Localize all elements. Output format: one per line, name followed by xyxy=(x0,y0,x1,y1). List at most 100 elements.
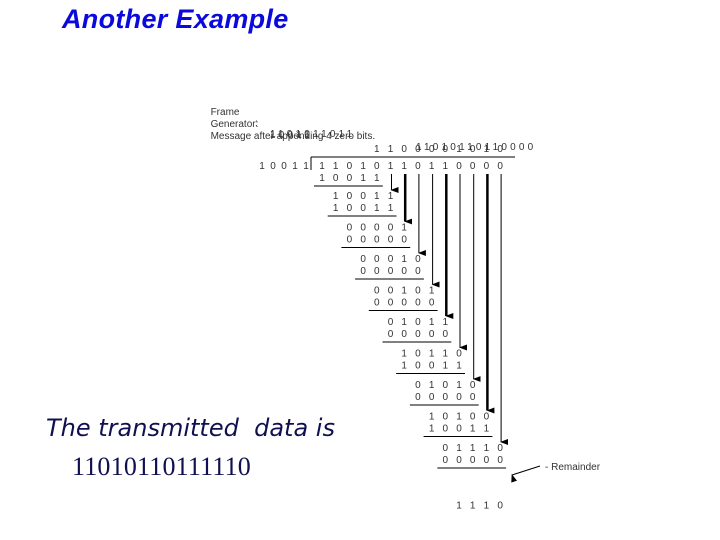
subtrahend-digit: 0 xyxy=(401,298,407,309)
minuend-digit: 1 xyxy=(429,380,435,391)
dividend-digit: 1 xyxy=(333,161,339,172)
quotient-digit: 1 xyxy=(388,144,394,155)
subtrahend-digit: 0 xyxy=(388,298,394,309)
quotient-digit: 1 xyxy=(374,144,380,155)
subtrahend-digit: 1 xyxy=(484,424,490,435)
subtrahend-digit: 1 xyxy=(401,361,407,372)
quotient-digit: 0 xyxy=(443,144,449,155)
minuend-digit: 1 xyxy=(429,286,435,297)
quotient-digit: 0 xyxy=(497,144,503,155)
dividend-digit: 0 xyxy=(484,161,490,172)
subtrahend-digit: 0 xyxy=(374,298,380,309)
minuend-digit: 0 xyxy=(443,380,449,391)
remainder-digit: 0 xyxy=(497,501,503,512)
dividend-digit: 0 xyxy=(374,161,380,172)
subtrahend-digit: 1 xyxy=(374,203,380,214)
minuend-digit: 1 xyxy=(374,191,380,202)
minuend-digit: 1 xyxy=(429,412,435,423)
minuend-digit: 1 xyxy=(401,223,407,234)
dividend-digit: 0 xyxy=(347,161,353,172)
minuend-digit: 1 xyxy=(429,317,435,328)
minuend-digit: 1 xyxy=(401,349,407,360)
minuend-digit: 1 xyxy=(443,317,449,328)
divisor-digit: 0 xyxy=(270,161,276,172)
subtrahend-digit: 0 xyxy=(401,266,407,277)
remainder-digit: 1 xyxy=(470,501,476,512)
subtrahend-digit: 1 xyxy=(333,203,339,214)
remainder-digit: 1 xyxy=(484,501,490,512)
minuend-digit: 1 xyxy=(333,191,339,202)
divisor-digit: 1 xyxy=(259,161,265,172)
subtrahend-digit: 0 xyxy=(360,266,366,277)
subtrahend-digit: 0 xyxy=(429,298,435,309)
subtrahend-digit: 0 xyxy=(443,329,449,340)
subtrahend-digit: 0 xyxy=(415,329,421,340)
subtrahend-digit: 0 xyxy=(456,455,462,466)
minuend-digit: 1 xyxy=(484,443,490,454)
minuend-digit: 1 xyxy=(470,443,476,454)
transmitted-caption: The transmitted data is xyxy=(46,414,335,442)
remainder-pointer xyxy=(511,465,541,483)
minuend-digit: 0 xyxy=(374,286,380,297)
dividend-digit: 1 xyxy=(443,161,449,172)
subtrahend-digit: 0 xyxy=(333,173,339,184)
division-lines xyxy=(310,156,541,483)
subtrahend-digit: 0 xyxy=(456,424,462,435)
minuend-digit: 1 xyxy=(443,349,449,360)
minuend-digit: 0 xyxy=(443,412,449,423)
divisor-digit: 1 xyxy=(303,161,309,172)
subtrahend-digit: 0 xyxy=(443,455,449,466)
minuend-digit: 1 xyxy=(456,380,462,391)
dividend-digit: 1 xyxy=(388,161,394,172)
subtrahend-digit: 0 xyxy=(456,392,462,403)
dividend-digit: 0 xyxy=(415,161,421,172)
minuend-digit: 1 xyxy=(401,254,407,265)
minuend-digit: 0 xyxy=(360,223,366,234)
subtrahend-digit: 0 xyxy=(388,235,394,246)
minuend-digit: 0 xyxy=(360,254,366,265)
subtrahend-digit: 0 xyxy=(429,361,435,372)
subtrahend-digit: 0 xyxy=(415,266,421,277)
subtrahend-digit: 0 xyxy=(415,361,421,372)
dividend-digit: 0 xyxy=(470,161,476,172)
subtrahend-digit: 0 xyxy=(484,455,490,466)
remainder-digit: 1 xyxy=(456,501,462,512)
minuend-digit: 0 xyxy=(388,254,394,265)
subtrahend-digit: 1 xyxy=(388,203,394,214)
subtrahend-digit: 0 xyxy=(347,173,353,184)
minuend-digit: 1 xyxy=(456,412,462,423)
divisor-digit: 0 xyxy=(281,161,287,172)
subtrahend-digit: 0 xyxy=(429,329,435,340)
dividend-digit: 0 xyxy=(456,161,462,172)
subtrahend-digit: 1 xyxy=(470,424,476,435)
subtrahend-digit: 0 xyxy=(443,424,449,435)
minuend-digit: 0 xyxy=(415,349,421,360)
subtrahend-digit: 0 xyxy=(497,455,503,466)
minuend-digit: 0 xyxy=(456,349,462,360)
minuend-digit: 0 xyxy=(388,286,394,297)
quotient-digit: 0 xyxy=(401,144,407,155)
division-digits: 1 1 0 0 0 0 1 0 1 01 0 0 1 1 1 1 0 1 0 1 1 0 1 1 0 0 0 01 0 0 1 11 0 0 1 11… xyxy=(259,144,600,512)
quotient-digit: 1 xyxy=(484,144,490,155)
subtrahend-digit: 0 xyxy=(470,455,476,466)
subtrahend-digit: 0 xyxy=(401,235,407,246)
minuend-digit: 0 xyxy=(415,254,421,265)
minuend-digit: 0 xyxy=(470,412,476,423)
subtrahend-digit: 0 xyxy=(401,329,407,340)
subtrahend-digit: 0 xyxy=(415,392,421,403)
quotient-digit: 0 xyxy=(429,144,435,155)
subtrahend-digit: 1 xyxy=(443,361,449,372)
subtrahend-digit: 0 xyxy=(470,392,476,403)
minuend-digit: 1 xyxy=(401,286,407,297)
subtrahend-digit: 0 xyxy=(374,235,380,246)
remainder-label: - Remainder xyxy=(545,462,601,473)
minuend-digit: 0 xyxy=(360,191,366,202)
minuend-digit: 0 xyxy=(484,412,490,423)
dividend-digit: 1 xyxy=(319,161,325,172)
subtrahend-digit: 1 xyxy=(360,173,366,184)
subtrahend-digit: 1 xyxy=(429,424,435,435)
minuend-digit: 0 xyxy=(415,380,421,391)
minuend-digit: 1 xyxy=(388,191,394,202)
minuend-digit: 0 xyxy=(497,443,503,454)
minuend-digit: 0 xyxy=(388,223,394,234)
